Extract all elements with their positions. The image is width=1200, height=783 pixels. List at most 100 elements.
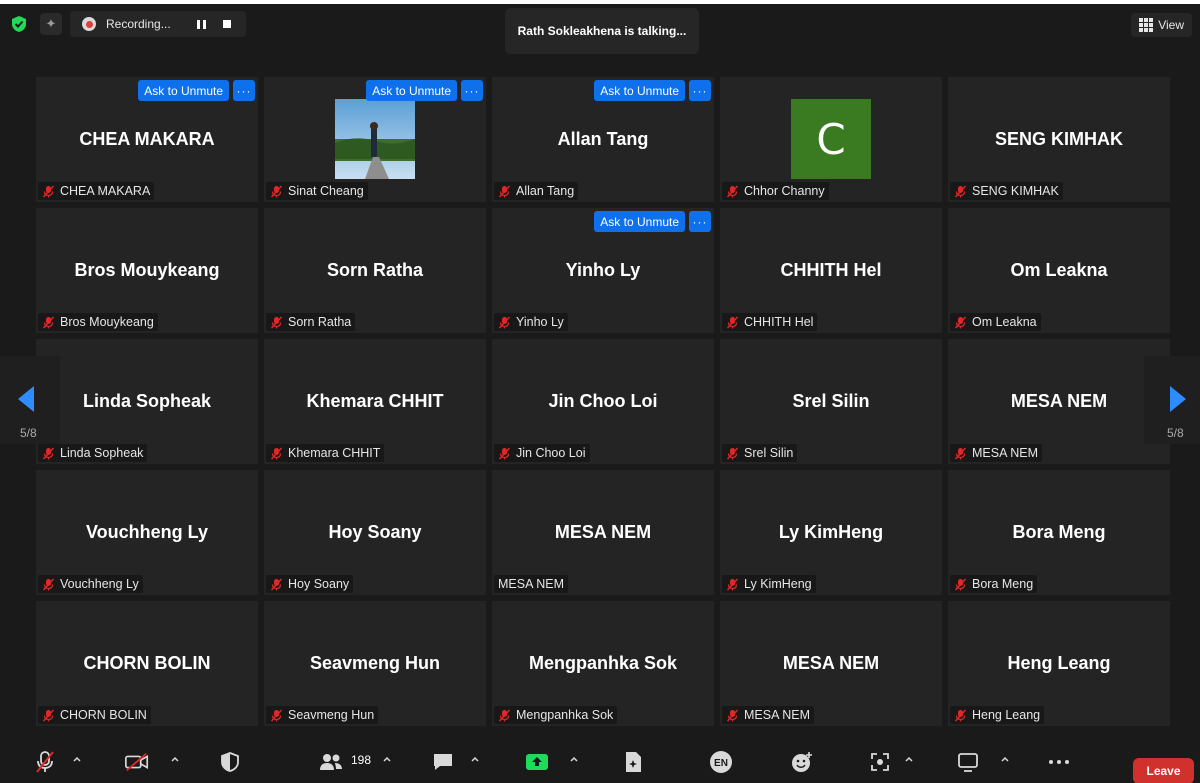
share-screen-icon (524, 750, 550, 774)
chevron-up-icon[interactable] (170, 754, 180, 764)
participant-tile[interactable]: Bros Mouykeang Bros Mouykeang (36, 208, 258, 333)
participant-name-label: SENG KIMHAK (950, 182, 1063, 200)
participant-name-label: Linda Sopheak (38, 444, 148, 462)
security-button[interactable] (217, 750, 243, 783)
participant-name-label: Mengpanhka Sok (494, 706, 618, 724)
ask-to-unmute-button[interactable]: Ask to Unmute (594, 211, 685, 232)
chevron-up-icon[interactable] (470, 754, 480, 764)
microphone-muted-icon (726, 447, 739, 459)
participant-more-button[interactable]: ··· (233, 80, 255, 101)
participant-name-label: Heng Leang (950, 706, 1045, 724)
arrow-right-icon (1170, 386, 1186, 412)
summary-button[interactable] (620, 750, 646, 783)
participant-tile[interactable]: Yinho Ly Ask to Unmute ··· Yinho Ly (492, 208, 714, 333)
sparkle-icon[interactable]: ✦ (40, 13, 62, 35)
participant-tile[interactable]: Bora Meng Bora Meng (948, 470, 1170, 595)
participant-tile[interactable]: Allan Tang Ask to Unmute ··· Allan Tang (492, 77, 714, 202)
participants-count: 198 (351, 753, 372, 767)
participant-tile[interactable]: Hoy Soany Hoy Soany (264, 470, 486, 595)
participant-name: Ly KimHeng (744, 577, 812, 591)
microphone-muted-icon (726, 578, 739, 590)
chat-button[interactable] (430, 750, 456, 783)
participant-tile[interactable]: Ask to Unmute ··· Sinat Cheang (264, 77, 486, 202)
video-off-icon (124, 750, 150, 774)
chevron-up-icon[interactable] (904, 754, 914, 764)
microphone-muted-icon (42, 709, 55, 721)
ask-to-unmute-button[interactable]: Ask to Unmute (594, 80, 685, 101)
participant-name-label: CHORN BOLIN (38, 706, 151, 724)
microphone-muted-icon (498, 316, 511, 328)
participant-name-label: Om Leakna (950, 313, 1041, 331)
security-shield-icon[interactable] (10, 15, 28, 33)
participant-tile[interactable]: Heng Leang Heng Leang (948, 601, 1170, 726)
whiteboard-icon (955, 750, 981, 774)
pause-recording-button[interactable] (190, 13, 212, 35)
participant-name: Bros Mouykeang (60, 315, 154, 329)
page-indicator-right: 5/8 (1167, 426, 1184, 440)
participant-name-label: MESA NEM (494, 575, 568, 593)
stop-recording-button[interactable] (216, 13, 238, 35)
participant-photo (335, 99, 415, 179)
participant-name: Yinho Ly (516, 315, 564, 329)
next-page-button[interactable]: 5/8 (1144, 356, 1200, 444)
participant-name-label: MESA NEM (950, 444, 1042, 462)
previous-page-button[interactable]: 5/8 (0, 356, 60, 444)
chevron-up-icon[interactable] (72, 754, 82, 764)
participant-name-label: Seavmeng Hun (266, 706, 379, 724)
participant-tile[interactable]: SENG KIMHAK SENG KIMHAK (948, 77, 1170, 202)
participant-tile[interactable]: Sorn Ratha Sorn Ratha (264, 208, 486, 333)
translation-icon-text: EN (714, 758, 728, 769)
apps-button[interactable] (867, 750, 893, 783)
participant-tile[interactable]: Vouchheng Ly Vouchheng Ly (36, 470, 258, 595)
participant-name-label: Bora Meng (950, 575, 1038, 593)
participant-tile[interactable]: CHHITH Hel CHHITH Hel (720, 208, 942, 333)
reactions-button[interactable] (789, 750, 815, 783)
stop-icon (223, 20, 231, 28)
participant-tile[interactable]: CHORN BOLIN CHORN BOLIN (36, 601, 258, 726)
translation-button[interactable]: EN (708, 750, 734, 783)
participant-tile[interactable]: Om Leakna Om Leakna (948, 208, 1170, 333)
participant-more-button[interactable]: ··· (689, 211, 711, 232)
ask-to-unmute-button[interactable]: Ask to Unmute (366, 80, 457, 101)
translation-icon: EN (708, 750, 734, 774)
microphone-muted-icon (726, 185, 739, 197)
participant-tile[interactable]: CHEA MAKARA Ask to Unmute ··· CHEA MAKARA (36, 77, 258, 202)
leave-button[interactable]: Leave (1133, 758, 1194, 783)
view-button[interactable]: View (1131, 13, 1192, 37)
whiteboards-button[interactable] (955, 750, 981, 783)
participant-tile[interactable]: MESA NEM MESA NEM (948, 339, 1170, 464)
participant-tile[interactable]: C Chhor Channy (720, 77, 942, 202)
participant-tile[interactable]: Ly KimHeng Ly KimHeng (720, 470, 942, 595)
chevron-up-icon[interactable] (1000, 754, 1010, 764)
participant-tile[interactable]: Linda Sopheak Linda Sopheak (36, 339, 258, 464)
microphone-muted-icon (42, 316, 55, 328)
participant-tile[interactable]: Jin Choo Loi Jin Choo Loi (492, 339, 714, 464)
apps-icon (867, 750, 893, 774)
meeting-toolbar: 198 EN (0, 740, 1200, 783)
microphone-muted-icon (42, 185, 55, 197)
microphone-muted-icon (954, 709, 967, 721)
participant-more-button[interactable]: ··· (461, 80, 483, 101)
smiley-plus-icon (789, 750, 815, 774)
ask-to-unmute-button[interactable]: Ask to Unmute (138, 80, 229, 101)
participant-tile[interactable]: MESA NEM MESA NEM (720, 601, 942, 726)
microphone-muted-icon (270, 709, 283, 721)
start-video-button[interactable] (124, 750, 150, 783)
participant-name-label: Jin Choo Loi (494, 444, 590, 462)
chevron-up-icon[interactable] (382, 754, 392, 764)
grid-view-icon (1139, 18, 1154, 32)
participant-more-button[interactable]: ··· (689, 80, 711, 101)
participant-tile[interactable]: Seavmeng Hun Seavmeng Hun (264, 601, 486, 726)
mute-button[interactable] (32, 750, 58, 783)
participants-button[interactable] (318, 750, 344, 783)
participant-tile[interactable]: Khemara CHHIT Khemara CHHIT (264, 339, 486, 464)
record-icon (82, 17, 96, 31)
participant-tile[interactable]: Srel Silin Srel Silin (720, 339, 942, 464)
participant-tile[interactable]: MESA NEM MESA NEM (492, 470, 714, 595)
share-screen-button[interactable] (524, 750, 550, 783)
more-button[interactable] (1046, 750, 1072, 783)
participant-tile[interactable]: Mengpanhka Sok Mengpanhka Sok (492, 601, 714, 726)
participant-name: Heng Leang (972, 708, 1041, 722)
participant-name: Mengpanhka Sok (516, 708, 614, 722)
chevron-up-icon[interactable] (569, 754, 579, 764)
